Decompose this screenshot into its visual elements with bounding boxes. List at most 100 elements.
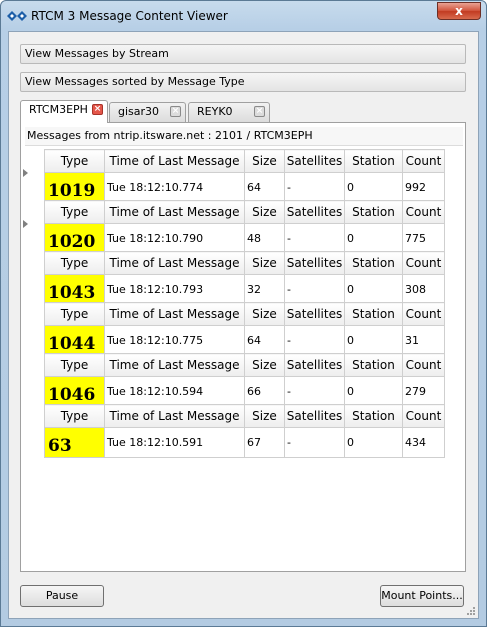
column-header[interactable]: Size	[244, 404, 285, 428]
message-table: Type Time of Last Message Size Satellites St…	[44, 302, 445, 356]
column-header[interactable]: Count	[402, 200, 445, 224]
column-header[interactable]: Type	[44, 353, 105, 377]
column-header[interactable]: Station	[344, 149, 403, 173]
table-header-row: Type Time of Last Message Size Satellites St…	[44, 302, 445, 326]
message-table: Type Time of Last Message Size Satellites St…	[44, 404, 445, 458]
cell-count: 308	[402, 274, 445, 305]
cell-count: 775	[402, 223, 445, 254]
table-row[interactable]: 1020 Tue 18:12:10.790 48-0 775	[44, 223, 445, 254]
table-header-row: Type Time of Last Message Size Satellites St…	[44, 149, 445, 173]
column-header[interactable]: Size	[244, 149, 285, 173]
cell-type: 1019	[44, 172, 105, 203]
message-table: Type Time of Last Message Size Satellites St…	[44, 251, 445, 305]
column-header[interactable]: Type	[44, 251, 105, 275]
cell-time: Tue 18:12:10.774	[104, 172, 245, 203]
cell-type: 1020	[44, 223, 105, 254]
column-header[interactable]: Satellites	[284, 200, 345, 224]
resize-grip-icon[interactable]	[466, 606, 476, 616]
column-header[interactable]: Size	[244, 302, 285, 326]
cell-station: 0	[344, 325, 403, 356]
cell-count: 279	[402, 376, 445, 407]
view-by-stream-button[interactable]: View Messages by Stream	[20, 44, 466, 64]
table-row[interactable]: 1044 Tue 18:12:10.775 64-0 31	[44, 325, 445, 356]
table-header-row: Type Time of Last Message Size Satellites St…	[44, 353, 445, 377]
cell-time: Tue 18:12:10.793	[104, 274, 245, 305]
column-header[interactable]: Satellites	[284, 302, 345, 326]
window-close-button[interactable]: x	[437, 2, 481, 20]
column-header[interactable]: Time of Last Message	[104, 200, 245, 224]
tab-close-icon[interactable]: ×	[254, 106, 265, 117]
tab-rtcm3eph[interactable]: RTCM3EPH ×	[20, 100, 108, 123]
panel-header: Messages from ntrip.itsware.net : 2101 /…	[25, 127, 463, 146]
column-header[interactable]: Time of Last Message	[104, 251, 245, 275]
cell-satellites: -	[284, 172, 345, 203]
title-bar[interactable]: RTCM 3 Message Content Viewer x	[1, 1, 486, 29]
cell-type: 63	[44, 427, 105, 458]
cell-type: 1043	[44, 274, 105, 305]
cell-size: 48	[244, 223, 285, 254]
column-header[interactable]: Satellites	[284, 353, 345, 377]
table-row[interactable]: 1046 Tue 18:12:10.594 66-0 279	[44, 376, 445, 407]
cell-size: 64	[244, 325, 285, 356]
messages-panel: Messages from ntrip.itsware.net : 2101 /…	[20, 122, 466, 572]
cell-satellites: -	[284, 274, 345, 305]
column-header[interactable]: Size	[244, 353, 285, 377]
column-header[interactable]: Size	[244, 200, 285, 224]
cell-size: 67	[244, 427, 285, 458]
column-header[interactable]: Time of Last Message	[104, 404, 245, 428]
column-header[interactable]: Satellites	[284, 251, 345, 275]
column-header[interactable]: Station	[344, 302, 403, 326]
column-header[interactable]: Count	[402, 251, 445, 275]
tab-close-icon[interactable]: ×	[92, 104, 103, 115]
column-header[interactable]: Station	[344, 404, 403, 428]
cell-time: Tue 18:12:10.775	[104, 325, 245, 356]
pause-button[interactable]: Pause	[20, 585, 104, 607]
column-header[interactable]: Size	[244, 251, 285, 275]
column-header[interactable]: Time of Last Message	[104, 149, 245, 173]
cell-time: Tue 18:12:10.790	[104, 223, 245, 254]
table-header-row: Type Time of Last Message Size Satellites St…	[44, 251, 445, 275]
tab-close-icon[interactable]: ×	[170, 106, 181, 117]
column-header[interactable]: Time of Last Message	[104, 353, 245, 377]
cell-size: 32	[244, 274, 285, 305]
table-row[interactable]: 1019 Tue 18:12:10.774 64-0 992	[44, 172, 445, 203]
table-row[interactable]: 63 Tue 18:12:10.591 67-0 434	[44, 427, 445, 458]
table-row[interactable]: 1043 Tue 18:12:10.793 32-0 308	[44, 274, 445, 305]
cell-time: Tue 18:12:10.594	[104, 376, 245, 407]
column-header[interactable]: Satellites	[284, 149, 345, 173]
app-window: RTCM 3 Message Content Viewer x View Mes…	[0, 0, 487, 627]
column-header[interactable]: Type	[44, 200, 105, 224]
cell-count: 434	[402, 427, 445, 458]
cell-time: Tue 18:12:10.591	[104, 427, 245, 458]
column-header[interactable]: Count	[402, 302, 445, 326]
cell-type: 1046	[44, 376, 105, 407]
message-table: Type Time of Last Message Size Satellites St…	[44, 149, 445, 203]
cell-station: 0	[344, 376, 403, 407]
column-header[interactable]: Type	[44, 302, 105, 326]
column-header[interactable]: Count	[402, 149, 445, 173]
column-header[interactable]: Station	[344, 353, 403, 377]
expand-arrow-icon[interactable]	[23, 220, 28, 228]
view-by-type-button[interactable]: View Messages sorted by Message Type	[20, 72, 466, 92]
message-table: Type Time of Last Message Size Satellites St…	[44, 200, 445, 254]
column-header[interactable]: Type	[44, 404, 105, 428]
tab-gisar30[interactable]: gisar30 ×	[109, 102, 186, 122]
cell-satellites: -	[284, 325, 345, 356]
column-header[interactable]: Type	[44, 149, 105, 173]
expand-arrow-icon[interactable]	[23, 169, 28, 177]
column-header[interactable]: Time of Last Message	[104, 302, 245, 326]
column-header[interactable]: Station	[344, 251, 403, 275]
tab-label: gisar30	[118, 105, 160, 118]
cell-type: 1044	[44, 325, 105, 356]
cell-count: 31	[402, 325, 445, 356]
column-header[interactable]: Count	[402, 353, 445, 377]
cell-station: 0	[344, 172, 403, 203]
cell-size: 64	[244, 172, 285, 203]
column-header[interactable]: Station	[344, 200, 403, 224]
cell-satellites: -	[284, 427, 345, 458]
column-header[interactable]: Count	[402, 404, 445, 428]
cell-satellites: -	[284, 376, 345, 407]
mount-points-button[interactable]: Mount Points...	[380, 585, 464, 607]
column-header[interactable]: Satellites	[284, 404, 345, 428]
tab-reyk0[interactable]: REYK0 ×	[188, 102, 270, 122]
